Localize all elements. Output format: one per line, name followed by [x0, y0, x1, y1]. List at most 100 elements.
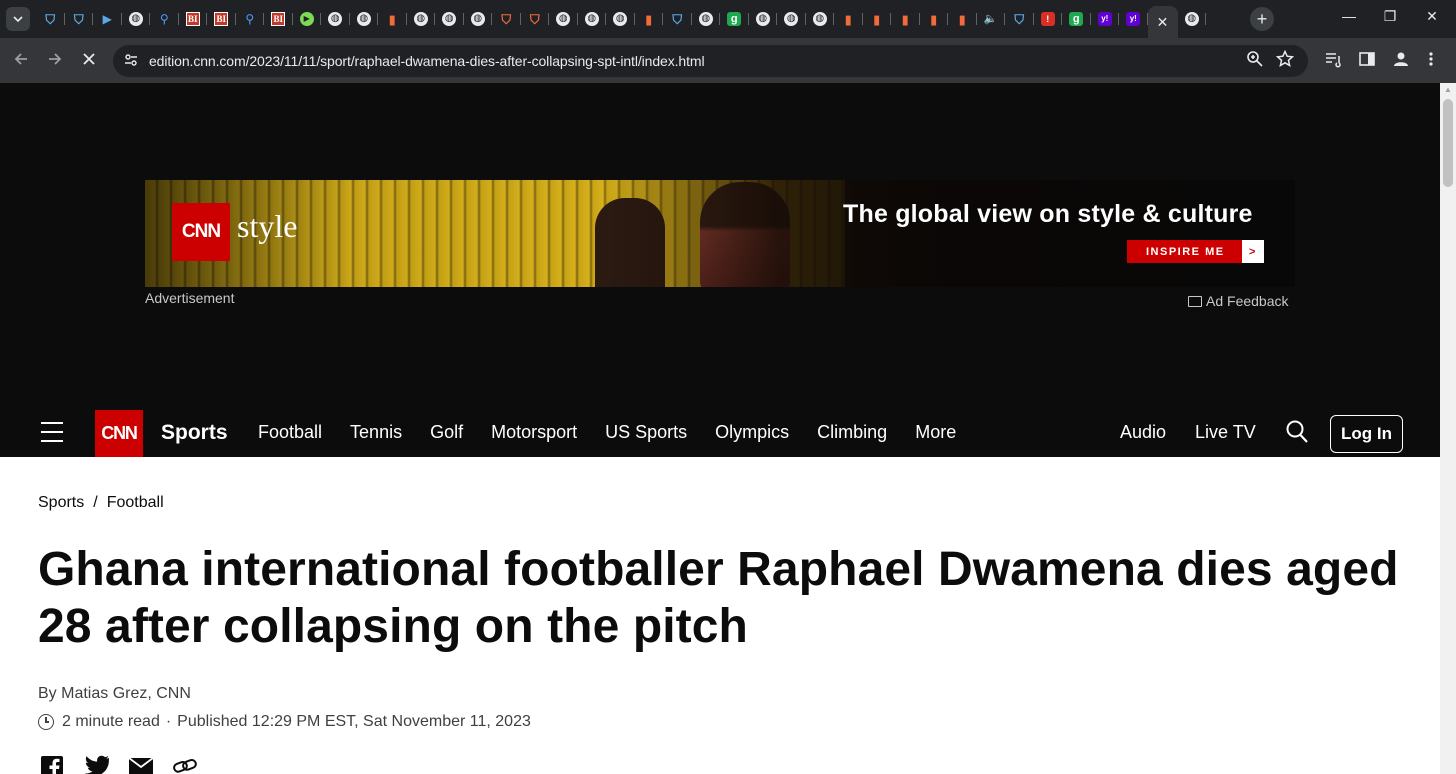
globe-icon: ◍: [556, 12, 571, 26]
browser-tab[interactable]: ⛉: [663, 6, 692, 32]
new-tab-button[interactable]: +: [1250, 7, 1274, 31]
browser-tab[interactable]: ▮: [920, 6, 949, 32]
business-insider-icon: BI: [271, 12, 286, 26]
menu-kebab-icon[interactable]: [1428, 50, 1434, 74]
nav-link-olympics[interactable]: Olympics: [715, 422, 789, 443]
browser-tab[interactable]: ◍: [350, 6, 379, 32]
browser-tab[interactable]: g: [720, 6, 749, 32]
browser-tab[interactable]: ◍: [464, 6, 493, 32]
globe-icon: ◍: [470, 12, 485, 26]
ad-cnn-logo: CNN: [172, 203, 230, 261]
tab-search-button[interactable]: [6, 7, 30, 31]
browser-tab[interactable]: y!: [1119, 6, 1148, 32]
forward-button[interactable]: [46, 50, 64, 72]
back-arrow-icon: [14, 53, 27, 65]
browser-tab[interactable]: ⛉: [521, 6, 550, 32]
browser-tab[interactable]: ◍: [549, 6, 578, 32]
browser-tab[interactable]: ◍: [407, 6, 436, 32]
browser-tab[interactable]: ▮: [948, 6, 977, 32]
browser-tab[interactable]: ◍: [435, 6, 464, 32]
ad-feedback-label: Ad Feedback: [1206, 293, 1289, 309]
email-icon[interactable]: [128, 755, 154, 774]
browser-tab[interactable]: ▮: [635, 6, 664, 32]
browser-tab[interactable]: ▶: [93, 6, 122, 32]
scroll-thumb[interactable]: [1443, 99, 1453, 187]
browser-tab[interactable]: y!: [1091, 6, 1120, 32]
page-scrollbar[interactable]: ▲: [1440, 83, 1456, 774]
arrow-icon: ▶: [102, 12, 112, 26]
browser-tab[interactable]: ⚲: [150, 6, 179, 32]
browser-tab[interactable]: BI: [264, 6, 293, 32]
web-page: CNN style The global view on style & cul…: [0, 83, 1440, 774]
browser-tab[interactable]: ◍: [777, 6, 806, 32]
cnn-logo[interactable]: CNN: [95, 410, 143, 457]
browser-tab[interactable]: ▮: [378, 6, 407, 32]
browser-tab[interactable]: ◍: [578, 6, 607, 32]
facebook-icon[interactable]: [40, 755, 66, 774]
side-panel-icon[interactable]: [1358, 50, 1376, 74]
media-controls-icon[interactable]: [1324, 50, 1342, 74]
ad-feedback-link[interactable]: Ad Feedback: [1188, 293, 1289, 309]
breadcrumb-sports[interactable]: Sports: [38, 494, 84, 511]
nav-link-motorsport[interactable]: Motorsport: [491, 422, 577, 443]
close-window-button[interactable]: ✕: [1420, 8, 1444, 25]
ad-banner[interactable]: CNN style The global view on style & cul…: [145, 180, 1295, 287]
stop-loading-button[interactable]: [80, 50, 98, 72]
browser-tab[interactable]: ▶: [293, 6, 322, 32]
browser-tab[interactable]: ▮: [834, 6, 863, 32]
browser-tab[interactable]: ◍: [321, 6, 350, 32]
zoom-icon[interactable]: [1246, 50, 1264, 73]
browser-tab[interactable]: ◍: [692, 6, 721, 32]
scroll-up-arrow-icon[interactable]: ▲: [1444, 85, 1452, 94]
browser-tab[interactable]: ◍: [749, 6, 778, 32]
back-button[interactable]: [12, 50, 30, 72]
browser-tab[interactable]: BI: [207, 6, 236, 32]
browser-tab[interactable]: g: [1062, 6, 1091, 32]
bookmark-star-icon[interactable]: [1275, 49, 1295, 73]
globe-icon: ◍: [356, 12, 371, 26]
browser-tab[interactable]: ▮: [891, 6, 920, 32]
copy-link-icon[interactable]: [172, 755, 198, 774]
hamburger-menu-icon[interactable]: [41, 422, 63, 442]
browser-tab[interactable]: !: [1034, 6, 1063, 32]
nav-live-tv-link[interactable]: Live TV: [1195, 422, 1256, 443]
nav-link-us-sports[interactable]: US Sports: [605, 422, 687, 443]
address-bar[interactable]: edition.cnn.com/2023/11/11/sport/raphael…: [113, 45, 1308, 77]
browser-tab[interactable]: BI: [179, 6, 208, 32]
globe-icon: ◍: [784, 12, 799, 26]
nav-link-football[interactable]: Football: [258, 422, 322, 443]
restore-button[interactable]: ❐: [1378, 8, 1402, 25]
nav-link-tennis[interactable]: Tennis: [350, 422, 402, 443]
minimize-button[interactable]: —: [1337, 8, 1361, 24]
browser-tab[interactable]: ▮: [863, 6, 892, 32]
browser-tab[interactable]: ⛉: [1005, 6, 1034, 32]
site-info-icon[interactable]: [123, 52, 139, 71]
profile-icon[interactable]: [1392, 50, 1410, 74]
browser-tab[interactable]: 🔈: [977, 6, 1006, 32]
browser-tab[interactable]: ⛉: [492, 6, 521, 32]
browser-tab[interactable]: ◍: [1178, 6, 1207, 32]
u-shield-icon: ⛉: [501, 11, 512, 27]
breadcrumb-football[interactable]: Football: [107, 494, 164, 511]
browser-tab[interactable]: ⛉: [65, 6, 94, 32]
nav-link-more[interactable]: More: [915, 422, 956, 443]
active-browser-tab[interactable]: ✕: [1147, 6, 1178, 38]
url-host: edition.cnn.com: [149, 53, 246, 69]
article-headline: Ghana international footballer Raphael D…: [38, 543, 1399, 653]
nav-section-title[interactable]: Sports: [161, 421, 228, 445]
browser-tab[interactable]: ◍: [606, 6, 635, 32]
browser-tab[interactable]: ◍: [806, 6, 835, 32]
nav-audio-link[interactable]: Audio: [1120, 422, 1166, 443]
ad-cta-button[interactable]: INSPIRE ME >: [1127, 240, 1264, 263]
browser-tab[interactable]: ⛉: [36, 6, 65, 32]
browser-tab[interactable]: ⚲: [236, 6, 265, 32]
twitter-icon[interactable]: [84, 755, 110, 774]
close-tab-icon[interactable]: ✕: [1157, 14, 1169, 31]
nav-link-climbing[interactable]: Climbing: [817, 422, 887, 443]
breadcrumb: Sports / Football: [38, 494, 164, 512]
globe-icon: ◍: [328, 12, 343, 26]
login-button[interactable]: Log In: [1330, 415, 1403, 453]
nav-link-golf[interactable]: Golf: [430, 422, 463, 443]
search-icon[interactable]: [1286, 420, 1308, 444]
browser-tab[interactable]: ◍: [122, 6, 151, 32]
